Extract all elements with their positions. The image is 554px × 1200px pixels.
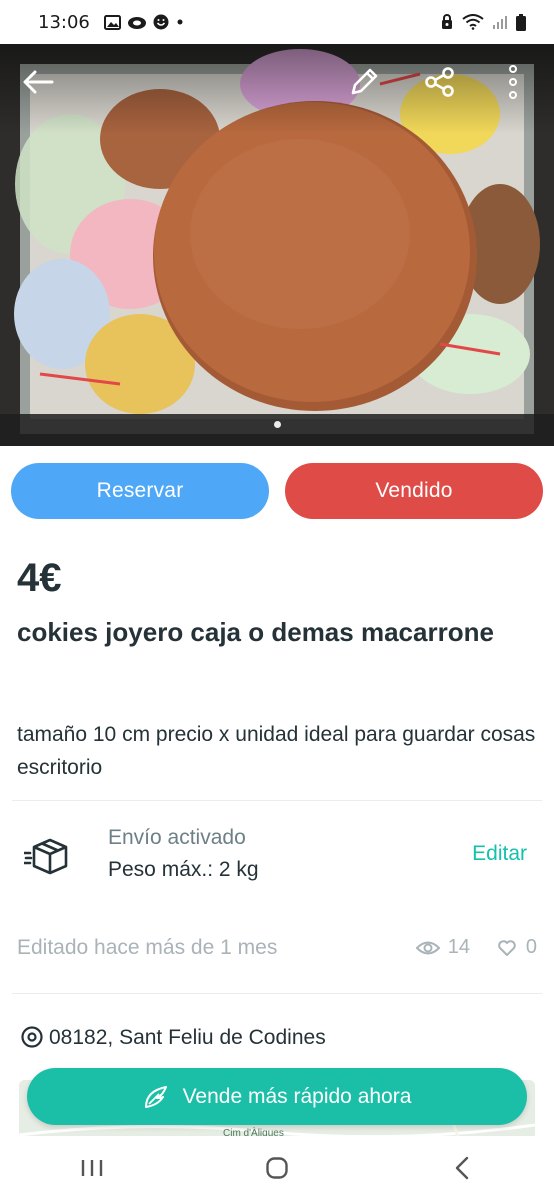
action-row: Reservar Vendido — [11, 463, 543, 519]
share-button[interactable] — [418, 60, 462, 104]
edited-time: Editado hace más de 1 mes — [17, 936, 278, 959]
home-icon — [266, 1157, 288, 1179]
sell-faster-label: Vende más rápido ahora — [182, 1084, 412, 1108]
location-text: 08182, Sant Feliu de Codines — [49, 1026, 326, 1049]
recent-apps-icon — [82, 1160, 103, 1176]
status-time: 13:06 — [38, 11, 90, 33]
back-button[interactable] — [16, 60, 60, 104]
status-right-icons — [440, 13, 526, 31]
listing-price: 4€ — [17, 556, 62, 600]
shipping-weight: Peso máx.: 2 kg — [108, 858, 259, 881]
listing-description: tamaño 10 cm precio x unidad ideal para … — [17, 723, 536, 779]
divider — [12, 993, 542, 994]
alarm-icon — [442, 14, 452, 29]
carousel-indicator — [0, 421, 554, 428]
battery-icon — [516, 13, 526, 31]
recent-apps-button[interactable] — [52, 1136, 132, 1200]
system-back-button[interactable] — [422, 1136, 502, 1200]
wing-icon — [144, 1085, 167, 1108]
location-row: 08182, Sant Feliu de Codines — [21, 1026, 326, 1050]
favorites-count: 0 — [525, 936, 537, 958]
carousel-dot — [273, 421, 281, 428]
wifi-icon — [462, 14, 484, 30]
status-left-icons — [103, 14, 185, 30]
listing-meta: Editado hace más de 1 mes 14 0 — [0, 934, 554, 966]
shipping-section: Envío activado Peso máx.: 2 kg Editar — [0, 822, 554, 892]
signal-icon — [493, 16, 507, 29]
dot-icon — [177, 19, 183, 25]
favorites-counter: 0 — [498, 936, 537, 959]
shipping-edit-link[interactable]: Editar — [472, 842, 527, 866]
listing-title: cokies joyero caja o demas macarrone — [17, 617, 494, 647]
share-icon — [425, 67, 454, 97]
more-vertical-icon — [509, 65, 517, 99]
edit-button[interactable] — [342, 60, 386, 104]
heart-icon — [498, 939, 516, 956]
views-count: 14 — [447, 936, 470, 958]
status-bar: 13:06 — [0, 0, 554, 44]
sell-faster-button[interactable]: Vende más rápido ahora — [27, 1068, 527, 1125]
sold-button[interactable]: Vendido — [285, 463, 543, 519]
location-pin-icon — [21, 1026, 43, 1048]
shipping-box-icon — [24, 838, 68, 875]
system-nav-bar — [0, 1136, 554, 1200]
views-counter: 14 — [415, 936, 470, 959]
cloud-icon — [127, 16, 146, 29]
face-icon — [153, 14, 169, 30]
eye-icon — [415, 941, 440, 954]
chevron-left-icon — [455, 1156, 468, 1180]
shipping-status: Envío activado — [108, 826, 246, 849]
photo-top-shade — [0, 44, 554, 134]
product-photo[interactable] — [0, 44, 554, 446]
home-button[interactable] — [237, 1136, 317, 1200]
arrow-left-icon — [23, 70, 54, 94]
pencil-icon — [351, 68, 378, 95]
gallery-icon — [103, 14, 121, 30]
reserve-button[interactable]: Reservar — [11, 463, 269, 519]
divider — [12, 800, 542, 801]
more-options-button[interactable] — [491, 60, 535, 104]
